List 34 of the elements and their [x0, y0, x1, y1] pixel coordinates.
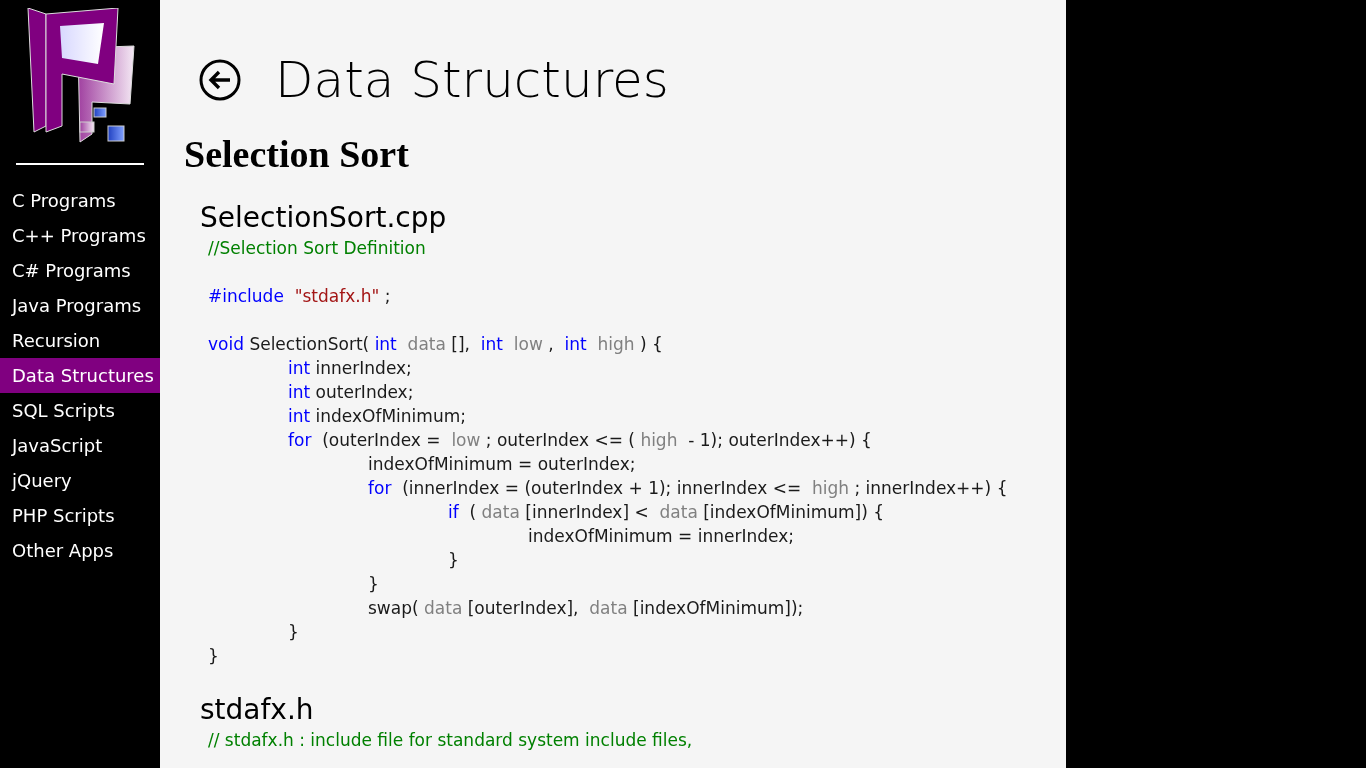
back-button[interactable] [199, 59, 241, 101]
code-line: #include "stdafx.h" ; [208, 285, 392, 308]
nav-item[interactable]: PHP Scripts [0, 498, 160, 533]
code-line: swap( data [outerIndex], data [indexOfMinimum]); [368, 597, 805, 620]
nav-item[interactable]: SQL Scripts [0, 393, 160, 428]
code-line: void SelectionSort( int data [], int low , int high ) { [208, 333, 664, 356]
code-line: int indexOfMinimum; [288, 405, 467, 428]
file-name: SelectionSort.cpp [200, 200, 448, 236]
nav-item[interactable]: Java Programs [0, 288, 160, 323]
code-line: } [288, 621, 300, 644]
nav-item[interactable]: jQuery [0, 463, 160, 498]
code-line: } [208, 645, 220, 668]
page-title: Data Structures [275, 51, 669, 109]
file-name: stdafx.h [200, 692, 315, 728]
nav-item[interactable]: C++ Programs [0, 218, 160, 253]
code-line: int innerIndex; [288, 357, 413, 380]
code-line: } [448, 549, 460, 572]
nav-item[interactable]: C# Programs [0, 253, 160, 288]
code-line: int outerIndex; [288, 381, 415, 404]
nav-item[interactable]: Data Structures [0, 358, 160, 393]
nav-item[interactable]: Recursion [0, 323, 160, 358]
code-line: indexOfMinimum = outerIndex; [368, 453, 637, 476]
code-line: // stdafx.h : include file for standard system include files, [208, 729, 694, 752]
code-line: if ( data [innerIndex] < data [indexOfMinimum]) { [448, 501, 885, 524]
code-line: } [368, 573, 380, 596]
code-line: indexOfMinimum = innerIndex; [528, 525, 795, 548]
code-line: for (innerIndex = (outerIndex + 1); innerIndex <= high ; innerIndex++) { [368, 477, 1009, 500]
code-line: //Selection Sort Definition [208, 237, 427, 260]
nav-item[interactable]: JavaScript [0, 428, 160, 463]
nav-item[interactable]: Other Apps [0, 533, 160, 568]
logo-icon [26, 8, 138, 144]
nav-item[interactable]: C Programs [0, 183, 160, 218]
code-line: for (outerIndex = low ; outerIndex <= ( high - 1); outerIndex++) { [288, 429, 873, 452]
section-heading: Selection Sort [184, 132, 410, 176]
